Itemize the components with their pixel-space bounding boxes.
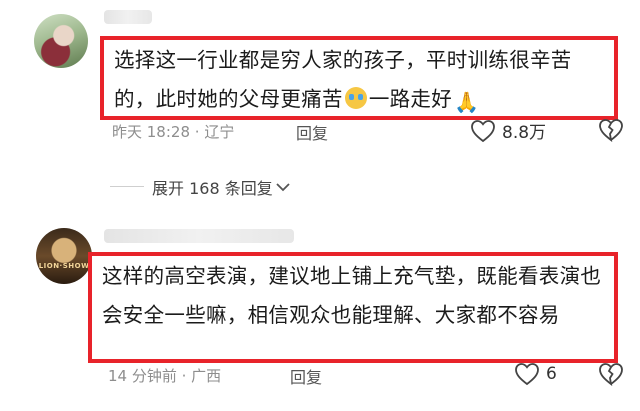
comment-location: 广西 [191, 367, 222, 385]
heart-icon [514, 362, 540, 386]
avatar[interactable]: LION·SHOW [36, 228, 92, 284]
chevron-down-icon [275, 178, 291, 197]
heart-icon [470, 119, 496, 143]
reply-button[interactable]: 回复 [290, 364, 322, 388]
avatar[interactable] [34, 14, 88, 68]
comment-time: 昨天 18:28 [112, 123, 190, 141]
like-button[interactable]: 8.8万 [470, 118, 546, 143]
like-button[interactable]: 6 [514, 362, 557, 386]
username-blurred[interactable] [104, 10, 152, 24]
comment-text: 选择这一行业都是穷人家的孩子，平时训练很辛苦的，此时她的父母更痛苦 一路走好 🙏 [114, 41, 608, 119]
comment-text: 这样的高空表演，建议地上铺上充气垫，既能看表演也会安全一些嘛，相信观众也能理解、… [102, 264, 602, 327]
comment-text-tail: 一路走好 [368, 87, 453, 111]
avatar-logo: LION·SHOW [38, 262, 90, 270]
comment-body-highlight: 选择这一行业都是穷人家的孩子，平时训练很辛苦的，此时她的父母更痛苦 一路走好 🙏 [100, 36, 618, 120]
crying-face-icon [344, 87, 367, 109]
reply-button[interactable]: 回复 [296, 120, 328, 144]
like-count: 6 [546, 364, 557, 384]
expand-replies-button[interactable]: 展开 168 条回复 [152, 175, 291, 199]
divider [110, 186, 144, 187]
comment-text-main: 选择这一行业都是穷人家的孩子，平时训练很辛苦的，此时她的父母更痛苦 [114, 48, 572, 111]
username-blurred[interactable] [104, 229, 294, 243]
comment-body-highlight: 这样的高空表演，建议地上铺上充气垫，既能看表演也会安全一些嘛，相信观众也能理解、… [88, 252, 618, 363]
like-count: 8.8万 [502, 123, 547, 143]
comment-meta: 昨天 18:28 · 辽宁 [112, 123, 235, 141]
broken-heart-icon[interactable] [598, 118, 624, 142]
folded-hands-icon: 🙏 [454, 90, 480, 114]
comment-meta: 14 分钟前 · 广西 [108, 367, 222, 385]
comment-location: 辽宁 [204, 123, 235, 141]
expand-replies-label: 展开 168 条回复 [152, 179, 273, 198]
comment-time: 14 分钟前 [108, 367, 177, 385]
broken-heart-icon[interactable] [598, 362, 624, 386]
